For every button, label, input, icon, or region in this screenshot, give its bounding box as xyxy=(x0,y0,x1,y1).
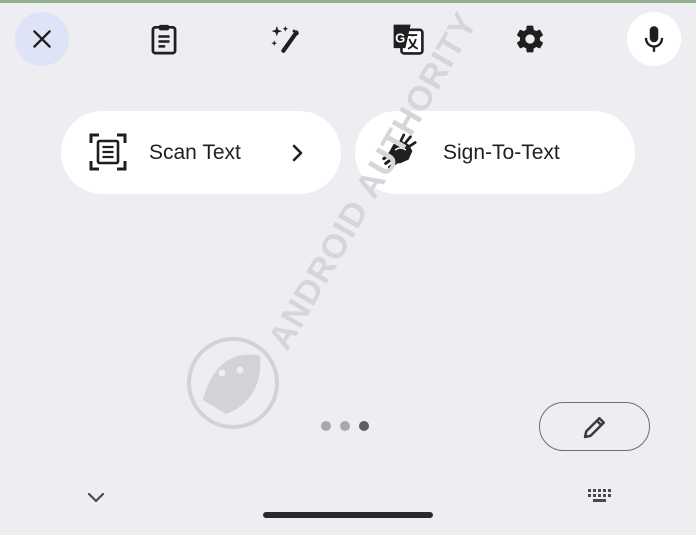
magic-write-button[interactable] xyxy=(259,12,313,66)
scan-text-icon xyxy=(89,133,127,171)
chevron-down-icon xyxy=(87,492,105,503)
top-edge-line xyxy=(0,0,696,3)
pencil-icon xyxy=(583,416,605,438)
sign-to-text-label: Sign-To-Text xyxy=(443,141,560,164)
sign-language-icon xyxy=(382,133,417,169)
navigation-handle[interactable] xyxy=(263,512,433,518)
settings-button[interactable] xyxy=(503,12,557,66)
clipboard-icon xyxy=(151,24,177,55)
sign-to-text-button[interactable]: Sign-To-Text xyxy=(355,111,635,194)
clipboard-button[interactable] xyxy=(137,12,191,66)
keyboard-icon xyxy=(588,489,611,502)
close-icon xyxy=(33,30,51,48)
translate-icon: G xyxy=(393,24,424,55)
translate-button[interactable]: G xyxy=(381,12,435,66)
scan-text-label: Scan Text xyxy=(149,141,241,164)
keyboard-switch-button[interactable] xyxy=(584,484,616,508)
collapse-keyboard-button[interactable] xyxy=(82,483,110,511)
voice-input-button[interactable] xyxy=(627,12,681,66)
gear-icon xyxy=(516,25,544,53)
close-button[interactable] xyxy=(15,12,69,66)
scan-text-button[interactable]: Scan Text xyxy=(61,111,341,194)
page-dot-1 xyxy=(321,421,331,431)
watermark: ANDROID AUTHORITY xyxy=(187,6,485,429)
page-dot-2 xyxy=(340,421,350,431)
page-indicator xyxy=(321,421,375,433)
edit-button[interactable] xyxy=(539,402,650,451)
magic-wand-icon xyxy=(271,25,300,53)
page-dot-3-active xyxy=(359,421,369,431)
chevron-right-icon xyxy=(292,144,303,162)
mic-icon xyxy=(644,26,664,52)
svg-text:G: G xyxy=(395,30,405,45)
